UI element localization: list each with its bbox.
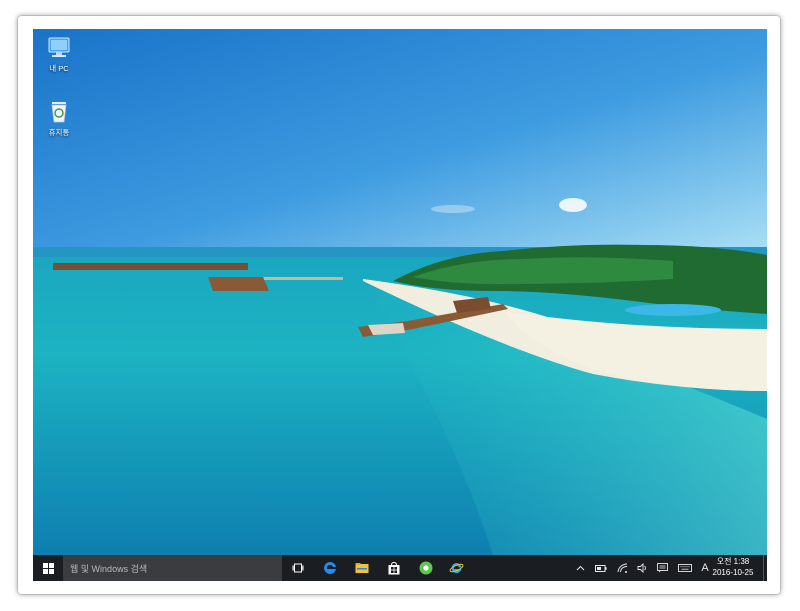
search-placeholder: 웹 및 Windows 검색 [70,563,148,574]
desktop[interactable]: 내 PC 휴지통 [33,29,767,555]
show-desktop-button[interactable] [763,555,767,581]
tray-touch-keyboard[interactable] [676,555,694,581]
tray-show-hidden[interactable] [573,555,587,581]
windows-logo-icon [42,562,54,574]
battery-icon [595,564,607,572]
taskbar-app-internet-explorer[interactable] [441,555,471,581]
taskbar-app-green[interactable] [411,555,441,581]
edge-icon [324,561,336,574]
tray-volume[interactable] [634,555,650,581]
green-app-icon [419,561,433,575]
tray-battery[interactable] [593,555,609,581]
desktop-icon-label: 내 PC [49,64,69,73]
taskbar: 웹 및 Windows 검색 A 오전 1:38 2016-10-25 [33,555,767,581]
tray-network[interactable] [614,555,630,581]
file-explorer-icon [355,563,369,573]
search-box[interactable]: 웹 및 Windows 검색 [63,555,282,581]
wifi-icon [617,563,627,573]
input-indicator-label: A [701,562,709,574]
desktop-icon-recycle-bin[interactable]: 휴지통 [35,99,83,137]
clock-date: 2016-10-25 [712,568,754,577]
task-view-icon [292,563,304,573]
task-view-button[interactable] [283,555,313,581]
action-center-icon [656,563,668,573]
desktop-wallpaper [33,29,767,555]
internet-explorer-icon [449,562,463,573]
tray-action-center[interactable] [654,555,670,581]
start-button[interactable] [33,555,63,581]
store-icon [388,561,400,574]
recycle-bin-icon [51,102,67,123]
clock-time: 오전 1:38 [716,557,750,566]
taskbar-app-edge[interactable] [315,555,345,581]
this-pc-icon [48,37,70,57]
volume-icon [637,563,646,573]
desktop-icon-this-pc[interactable]: 내 PC [35,35,83,73]
windows-screen: 내 PC 휴지통 웹 및 Windows 검색 A 오전 1:38 2016-1… [33,29,767,581]
taskbar-app-store[interactable] [379,555,409,581]
clock[interactable]: 오전 1:38 2016-10-25 [709,556,757,578]
taskbar-app-file-explorer[interactable] [347,555,377,581]
keyboard-icon [678,564,692,572]
chevron-up-icon [576,565,584,571]
desktop-icon-label: 휴지통 [48,128,70,137]
